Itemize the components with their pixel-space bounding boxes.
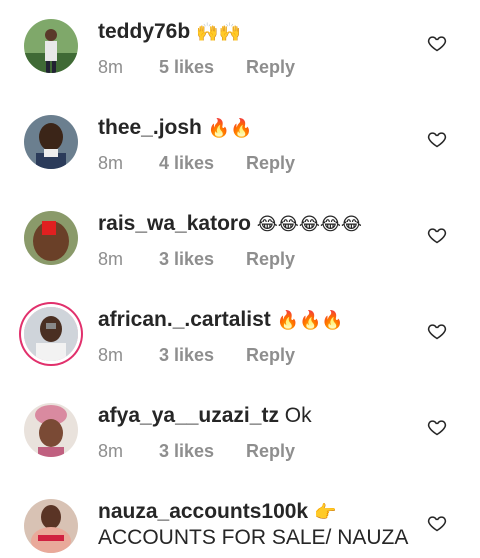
comment-body: Ok	[284, 404, 312, 427]
heart-icon[interactable]	[427, 321, 447, 341]
comment-text-line2: ACCOUNTS FOR SALE/ NAUZA	[98, 526, 409, 549]
heart-icon[interactable]	[427, 33, 447, 53]
comment-item: african._.cartalist 🔥🔥🔥 8m 3 likes Reply	[0, 307, 480, 403]
comment-body: 👉	[313, 502, 337, 523]
comment-body: 🙌🙌	[196, 22, 241, 43]
comment-meta: 8m 4 likes Reply	[98, 152, 295, 174]
heart-icon[interactable]	[427, 225, 447, 245]
reply-button[interactable]: Reply	[246, 440, 295, 462]
comment-meta: 8m 3 likes Reply	[98, 248, 295, 270]
likes-count[interactable]: 4 likes	[159, 152, 241, 174]
likes-count[interactable]: 5 likes	[159, 56, 241, 78]
comment-text: african._.cartalist 🔥🔥🔥	[98, 307, 344, 334]
comment-list: teddy76b 🙌🙌 8m 5 likes Reply thee_.josh …	[0, 0, 480, 558]
comment-item: thee_.josh 🔥🔥 8m 4 likes Reply	[0, 115, 480, 211]
timestamp: 8m	[98, 441, 124, 461]
likes-count[interactable]: 3 likes	[159, 440, 241, 462]
heart-icon[interactable]	[427, 129, 447, 149]
heart-icon[interactable]	[427, 417, 447, 437]
reply-button[interactable]: Reply	[246, 248, 295, 270]
reply-button[interactable]: Reply	[246, 56, 295, 78]
comment-body: 🔥🔥	[207, 118, 253, 139]
comment-item: rais_wa_katoro 😂😂😂😂😂 8m 3 likes Reply	[0, 211, 480, 307]
reply-button[interactable]: Reply	[246, 344, 295, 366]
username[interactable]: thee_.josh	[98, 116, 202, 139]
avatar[interactable]	[24, 499, 78, 553]
username[interactable]: teddy76b	[98, 20, 190, 43]
comment-item: afya_ya__uzazi_tz Ok 8m 3 likes Reply	[0, 403, 480, 499]
timestamp: 8m	[98, 57, 124, 77]
username[interactable]: rais_wa_katoro	[98, 212, 251, 235]
comment-text: thee_.josh 🔥🔥	[98, 115, 253, 142]
comment-body: 🔥🔥🔥	[276, 310, 344, 331]
username[interactable]: afya_ya__uzazi_tz	[98, 404, 279, 427]
comment-item: teddy76b 🙌🙌 8m 5 likes Reply	[0, 19, 480, 115]
likes-count[interactable]: 3 likes	[159, 248, 241, 270]
heart-icon[interactable]	[427, 513, 447, 533]
avatar[interactable]	[24, 115, 78, 169]
comment-body: 😂😂😂😂😂	[256, 214, 362, 235]
avatar[interactable]	[24, 211, 78, 265]
comment-meta: 8m 3 likes Reply	[98, 440, 295, 462]
timestamp: 8m	[98, 345, 124, 365]
username[interactable]: african._.cartalist	[98, 308, 271, 331]
timestamp: 8m	[98, 249, 124, 269]
timestamp: 8m	[98, 153, 124, 173]
comment-meta: 8m 3 likes Reply	[98, 344, 295, 366]
avatar[interactable]	[24, 19, 78, 73]
username[interactable]: nauza_accounts100k	[98, 500, 308, 523]
avatar[interactable]	[24, 403, 78, 457]
comment-text: teddy76b 🙌🙌	[98, 19, 241, 46]
comment-text: nauza_accounts100k 👉	[98, 499, 336, 526]
likes-count[interactable]: 3 likes	[159, 344, 241, 366]
comment-text: afya_ya__uzazi_tz Ok	[98, 403, 312, 429]
avatar[interactable]	[24, 307, 78, 361]
comment-text: rais_wa_katoro 😂😂😂😂😂	[98, 211, 362, 238]
comment-item: nauza_accounts100k 👉 ACCOUNTS FOR SALE/ …	[0, 499, 480, 558]
comment-meta: 8m 5 likes Reply	[98, 56, 295, 78]
reply-button[interactable]: Reply	[246, 152, 295, 174]
